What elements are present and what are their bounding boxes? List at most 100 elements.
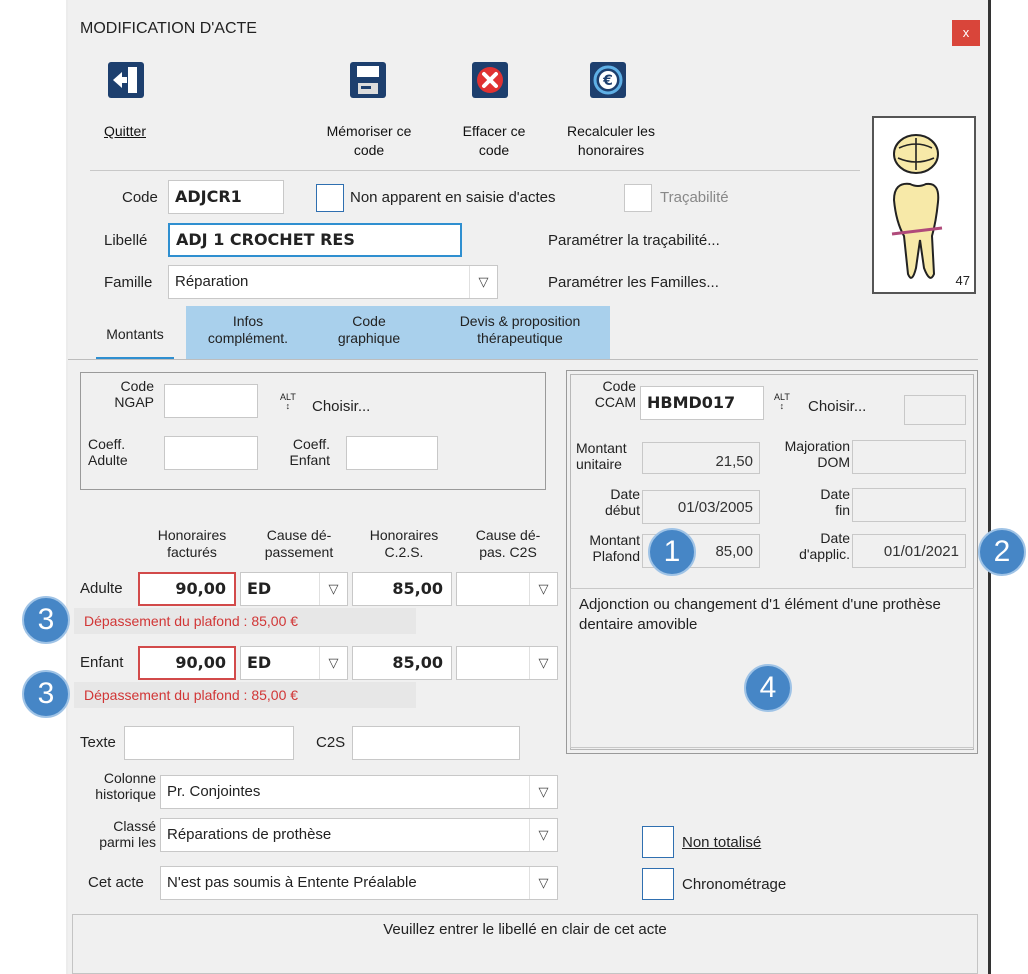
code-input[interactable]: ADJCR1 [168,180,284,214]
euro-refresh-icon: € [590,62,626,98]
chevron-down-icon[interactable]: ▽ [469,266,497,298]
montant-unitaire-label: Montant unitaire [576,440,627,472]
date-debut-field: 01/03/2005 [642,490,760,524]
tab-montants[interactable]: Montants [84,306,186,360]
header-honoraires-factures: Honoraires facturés [157,527,227,560]
annotation-marker-1: 1 [648,528,696,576]
tab-devis[interactable]: Devis & proposition thérapeutique [436,313,604,347]
delete-x-icon [472,62,508,98]
floppy-disk-icon [350,62,386,98]
recalc-button[interactable]: € [590,62,626,102]
close-button[interactable]: x [952,20,980,46]
exit-door-icon [108,62,144,98]
memorize-label[interactable]: Mémoriser ce code [310,122,428,160]
coeff-enfant-label: Coeff. Enfant [289,436,330,468]
classe-parmi-select[interactable]: Réparations de prothèse ▽ [160,818,558,852]
date-applic-label: Date d'applic. [799,530,850,562]
texte-label: Texte [80,734,116,751]
ngap-code-input[interactable] [164,384,258,418]
chevron-down-icon[interactable]: ▽ [529,573,557,605]
adulte-warning: Dépassement du plafond : 85,00 € [74,608,416,634]
colonne-historique-label: Colonne historique [95,770,156,802]
classe-parmi-label: Classé parmi les [99,818,156,850]
alt-key-icon: ALT ↕ [280,392,296,411]
enfant-cause-select[interactable]: ED ▽ [240,646,348,680]
date-fin-label: Date fin [820,486,850,518]
c2s-input[interactable] [352,726,520,760]
header-cause-c2s: Cause dé-pas. C2S [475,527,541,560]
coeff-enfant-input[interactable] [346,436,438,470]
chevron-down-icon[interactable]: ▽ [529,776,557,808]
tab-infos[interactable]: Infos complément. [192,313,304,347]
date-debut-label: Date début [604,486,640,518]
annotation-marker-2: 2 [978,528,1026,576]
texte-input[interactable] [124,726,294,760]
non-totalise-label[interactable]: Non totalisé [682,834,761,851]
quit-label[interactable]: Quitter [90,122,160,141]
coeff-adulte-label: Coeff. Adulte [88,436,128,468]
non-apparent-label[interactable]: Non apparent en saisie d'actes [350,189,556,206]
adulte-cause-c2s-select[interactable]: ▽ [456,572,558,606]
ccam-code-input[interactable]: HBMD017 [640,386,764,420]
chronometrage-checkbox[interactable] [642,868,674,900]
param-tracabilite-link[interactable]: Paramétrer la traçabilité... [548,232,720,249]
window-title: MODIFICATION D'ACTE [80,20,257,37]
annotation-marker-3a: 3 [22,596,70,644]
tracabilite-label[interactable]: Traçabilité [660,189,729,206]
chevron-down-icon[interactable]: ▽ [529,867,557,899]
tab-divider [68,359,978,360]
quit-button[interactable] [108,62,144,102]
ngap-code-label: Code NGAP [114,378,154,410]
famille-label: Famille [104,274,153,291]
adulte-cause-select[interactable]: ED ▽ [240,572,348,606]
enfant-honoraires-input[interactable]: 90,00 [138,646,236,680]
ccam-choisir-link[interactable]: Choisir... [808,398,866,415]
cet-acte-select[interactable]: N'est pas soumis à Entente Préalable ▽ [160,866,558,900]
param-familles-link[interactable]: Paramétrer les Familles... [548,274,719,291]
chevron-down-icon[interactable]: ▽ [319,573,347,605]
annotation-marker-4: 4 [744,664,792,712]
memorize-button[interactable] [350,62,386,102]
adulte-label: Adulte [80,580,123,597]
non-totalise-checkbox[interactable] [642,826,674,858]
colonne-historique-select[interactable]: Pr. Conjointes ▽ [160,775,558,809]
header-cause-depassement: Cause dé-passement [264,527,334,560]
tab-code-graphique[interactable]: Code graphique [316,313,422,347]
tracabilite-checkbox[interactable] [624,184,652,212]
code-label: Code [122,189,158,206]
montant-unitaire-field: 21,50 [642,442,760,474]
libelle-label: Libellé [104,232,148,249]
chevron-down-icon[interactable]: ▽ [529,647,557,679]
status-text: Veuillez entrer le libellé en clair de c… [383,921,667,938]
libelle-input[interactable]: ADJ 1 CROCHET RES [168,223,462,257]
erase-label[interactable]: Effacer ce code [446,122,542,160]
tooth-chart[interactable]: 47 [872,116,976,294]
svg-text:€: € [602,73,613,89]
tooth-icon [891,134,943,279]
cet-acte-label: Cet acte [88,874,144,891]
coeff-adulte-input[interactable] [164,436,258,470]
majoration-dom-field [852,440,966,474]
adulte-c2s-input[interactable]: 85,00 [352,572,452,606]
chevron-down-icon[interactable]: ▽ [319,647,347,679]
ccam-code-label: Code CCAM [594,378,636,410]
ngap-choisir-link[interactable]: Choisir... [312,398,370,415]
chevron-down-icon[interactable]: ▽ [529,819,557,851]
adulte-honoraires-input[interactable]: 90,00 [138,572,236,606]
famille-select[interactable]: Réparation ▽ [168,265,498,299]
status-bar: Veuillez entrer le libellé en clair de c… [72,914,978,974]
enfant-label: Enfant [80,654,124,671]
ccam-extra-field [904,395,966,425]
date-applic-field: 01/01/2021 [852,534,966,568]
enfant-warning: Dépassement du plafond : 85,00 € [74,682,416,708]
enfant-cause-c2s-select[interactable]: ▽ [456,646,558,680]
recalc-label[interactable]: Recalculer les honoraires [552,122,670,160]
header-honoraires-c2s: Honoraires C.2.S. [369,527,439,560]
erase-button[interactable] [472,62,508,102]
chronometrage-label[interactable]: Chronométrage [682,876,786,893]
alt-key-icon: ALT ↕ [774,392,790,411]
montant-plafond-label: Montant Plafond [589,532,640,564]
non-apparent-checkbox[interactable] [316,184,344,212]
toolbar-divider [90,170,860,171]
enfant-c2s-input[interactable]: 85,00 [352,646,452,680]
